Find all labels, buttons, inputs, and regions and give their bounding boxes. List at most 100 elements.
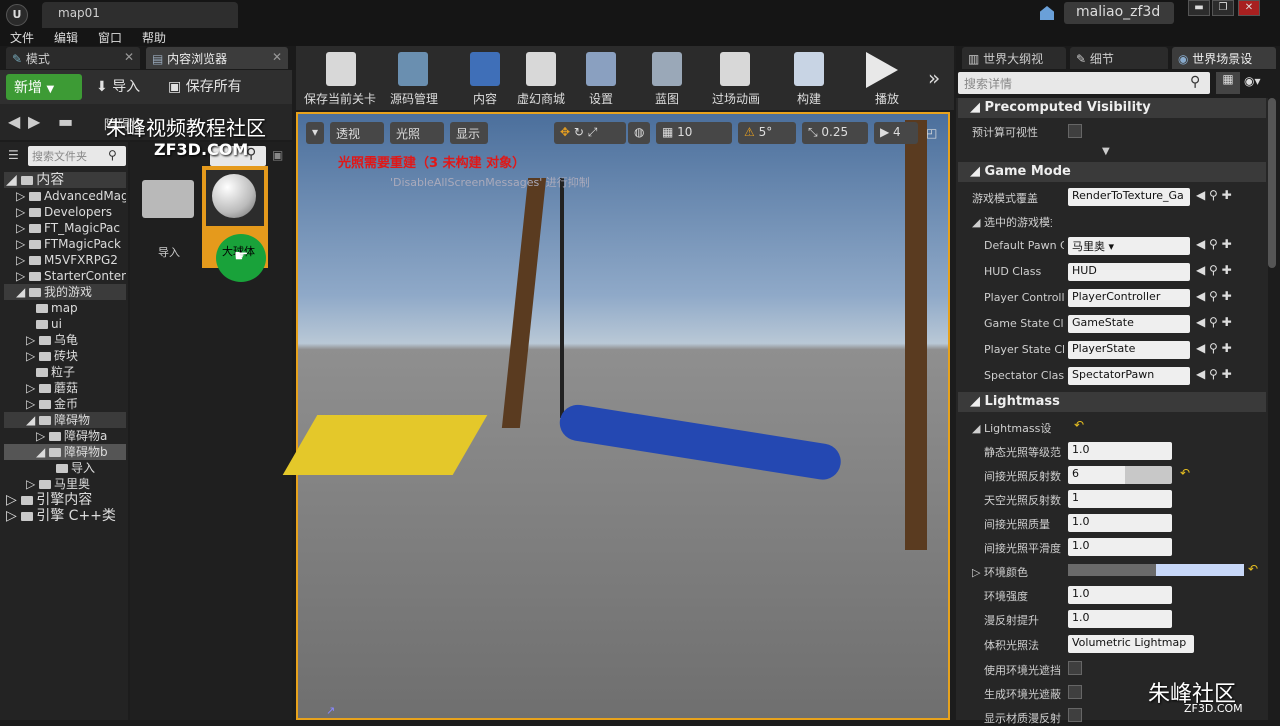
save-level-button[interactable]: 保存当前关卡 (302, 90, 378, 107)
diffuse-boost-input[interactable]: 1.0 (1068, 610, 1172, 628)
tree-item[interactable]: ▷ AdvancedMag (4, 188, 126, 204)
maximize-button[interactable]: ❐ (1212, 0, 1234, 16)
tree-item[interactable]: ◢ 我的游戏 (4, 284, 126, 300)
reset-icon[interactable]: ↶ (1074, 418, 1084, 432)
details-search-input[interactable]: 搜索详情 (958, 72, 1210, 94)
tree-item[interactable]: ▷ FTMagicPack (4, 236, 126, 252)
menu-help[interactable]: 帮助 (142, 29, 166, 46)
more-chevron-icon[interactable]: » (928, 66, 940, 90)
tree-item[interactable]: ▷ 引擎 C++类 (4, 508, 126, 524)
play-button[interactable]: 播放 (864, 90, 910, 107)
indirect-bounces-slider[interactable]: 6 (1068, 466, 1172, 484)
forward-arrow-icon[interactable]: ▶ (28, 112, 40, 131)
tab-details[interactable]: ✎ 细节 (1070, 47, 1168, 69)
tree-item[interactable]: ▷ 金币 (4, 396, 126, 412)
reset-icon[interactable]: ↶ (1180, 466, 1190, 480)
player-state-combo[interactable]: PlayerState (1068, 341, 1190, 359)
environment-color-swatch[interactable] (1068, 564, 1244, 576)
rotate-icon[interactable]: ↻ (574, 125, 584, 139)
tree-item[interactable]: map (4, 300, 126, 316)
prop-actions-icons[interactable]: ◀ ⚲ ✚ (1196, 341, 1232, 355)
game-state-combo[interactable]: GameState (1068, 315, 1190, 333)
indirect-quality-input[interactable]: 1.0 (1068, 514, 1172, 532)
section-game-mode[interactable]: ◢ Game Mode (958, 162, 1266, 182)
prop-actions-icons[interactable]: ◀ ⚲ ✚ (1196, 315, 1232, 329)
source-control-button[interactable]: 源码管理 (386, 90, 442, 107)
close-icon[interactable]: ✕ (124, 50, 134, 64)
scale-snap[interactable]: ⤡ 0.25 (802, 122, 868, 144)
blueprint-button[interactable]: 蓝图 (644, 90, 690, 107)
generate-ao-checkbox[interactable] (1068, 685, 1082, 699)
prop-actions-icons[interactable]: ◀ ⚲ ✚ (1196, 263, 1232, 277)
prop-actions-icons[interactable]: ◀ ⚲ ✚ (1196, 237, 1232, 251)
section-precomputed-visibility[interactable]: ◢ Precomputed Visibility (958, 98, 1266, 118)
tree-item[interactable]: ▷ 乌龟 (4, 332, 126, 348)
cinematics-button[interactable]: 过场动画 (706, 90, 766, 107)
tree-item[interactable]: ▷ 马里奥 (4, 476, 126, 492)
use-ao-checkbox[interactable] (1068, 661, 1082, 675)
spectator-class-combo[interactable]: SpectatorPawn (1068, 367, 1190, 385)
tree-item[interactable]: ▷ 引擎内容 (4, 492, 126, 508)
tree-item[interactable]: 导入 (4, 460, 126, 476)
hud-class-combo[interactable]: HUD (1068, 263, 1190, 281)
expand-arrow-icon[interactable]: ▼ (1102, 146, 1110, 157)
save-all-button[interactable]: ▣ 保存所有 (168, 76, 242, 96)
tree-item-selected[interactable]: ◢ 障碍物b (4, 444, 126, 460)
close-button[interactable]: ✕ (1238, 0, 1260, 16)
save-search-icon[interactable]: ▣ (272, 148, 283, 162)
move-icon[interactable]: ✥ (560, 125, 570, 139)
lit-button[interactable]: 光照 (390, 122, 444, 144)
transform-tools[interactable]: ✥ ↻ ⤢ (554, 122, 626, 144)
tree-item[interactable]: ▷ Developers (4, 204, 126, 220)
marketplace-button[interactable]: 虚幻商城 (514, 90, 568, 107)
build-button[interactable]: 构建 (786, 90, 832, 107)
sources-toggle-icon[interactable]: ☰ (8, 148, 19, 162)
tab-world-settings[interactable]: ◉ 世界场景设 (1172, 47, 1276, 69)
tree-item[interactable]: ▷ 障碍物a (4, 428, 126, 444)
reset-icon[interactable]: ↶ (1248, 562, 1258, 576)
folder-icon[interactable]: ▬ (58, 112, 73, 131)
add-new-button[interactable]: 新增 ▼ (6, 74, 82, 100)
scrollbar[interactable] (1268, 98, 1276, 268)
sky-bounces-input[interactable]: 1 (1068, 490, 1172, 508)
game-mode-override-combo[interactable]: RenderToTexture_Ga (1068, 188, 1190, 206)
tree-item[interactable]: ui (4, 316, 126, 332)
eye-icon[interactable]: ◉▾ (1244, 74, 1261, 88)
settings-button[interactable]: 设置 (578, 90, 624, 107)
tree-item[interactable]: ▷ M5VFXRPG2 (4, 252, 126, 268)
tree-item[interactable]: ◢ 内容 (4, 172, 126, 188)
prop-actions-icons[interactable]: ◀ ⚲ ✚ (1196, 289, 1232, 303)
rotation-snap[interactable]: ⚠ 5° (738, 122, 796, 144)
minimize-button[interactable]: ▬ (1188, 0, 1210, 16)
grid-snap[interactable]: ▦ 10 (656, 122, 732, 144)
tree-item[interactable]: ▷ FT_MagicPac (4, 220, 126, 236)
tree-item[interactable]: ▷ 蘑菇 (4, 380, 126, 396)
prop-actions-icons[interactable]: ◀ ⚲ ✚ (1196, 367, 1232, 381)
static-lighting-level-input[interactable]: 1.0 (1068, 442, 1172, 460)
tree-item[interactable]: ▷ StarterConten (4, 268, 126, 284)
back-arrow-icon[interactable]: ◀ (8, 112, 20, 131)
prop-actions-icons[interactable]: ◀ ⚲ ✚ (1196, 188, 1232, 202)
level-tab[interactable]: map01 (42, 2, 238, 28)
player-controller-combo[interactable]: PlayerController (1068, 289, 1190, 307)
tree-item[interactable]: ▷ 砖块 (4, 348, 126, 364)
show-button[interactable]: 显示 (450, 122, 488, 144)
tree-item[interactable]: 粒子 (4, 364, 126, 380)
content-button[interactable]: 内容 (462, 90, 508, 107)
tab-world-outliner[interactable]: ▥ 世界大纲视 (962, 47, 1066, 69)
maximize-viewport-icon[interactable]: ◰ (926, 126, 937, 140)
viewport-options-icon[interactable]: ▾ (306, 122, 324, 144)
menu-window[interactable]: 窗口 (98, 29, 122, 46)
menu-file[interactable]: 文件 (10, 29, 34, 46)
scale-icon[interactable]: ⤢ (588, 125, 598, 139)
tab-modes[interactable]: ✎ 模式 ✕ (6, 47, 140, 69)
world-local-icon[interactable]: ◍ (628, 122, 650, 144)
close-icon[interactable]: ✕ (272, 50, 282, 64)
precomputed-visibility-checkbox[interactable] (1068, 124, 1082, 138)
property-matrix-icon[interactable]: ▦ (1216, 72, 1240, 94)
volume-lighting-combo[interactable]: Volumetric Lightmap (1068, 635, 1194, 653)
perspective-button[interactable]: 透视 (330, 122, 384, 144)
tree-item[interactable]: ◢ 障碍物 (4, 412, 126, 428)
indirect-smoothness-input[interactable]: 1.0 (1068, 538, 1172, 556)
camera-speed[interactable]: ▶ 4 (874, 122, 918, 144)
